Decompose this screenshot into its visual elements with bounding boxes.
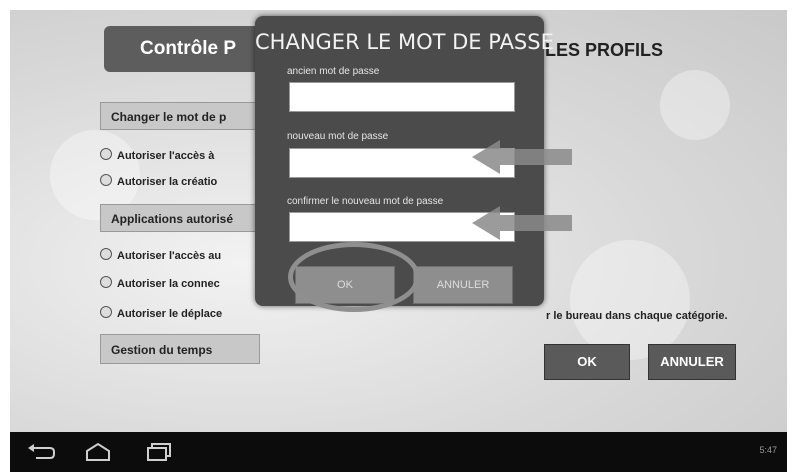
radio-icon[interactable] bbox=[100, 276, 112, 288]
new-password-label: nouveau mot de passe bbox=[287, 131, 389, 142]
arrow-icon bbox=[472, 140, 572, 174]
dialog-cancel-button[interactable]: ANNULER bbox=[413, 266, 513, 304]
authorized-apps-button[interactable]: Applications autorisé bbox=[100, 204, 260, 232]
option-label: Autoriser le déplace bbox=[117, 308, 223, 320]
old-password-field[interactable] bbox=[289, 82, 515, 112]
option-app-access[interactable]: Autoriser l'accès au bbox=[100, 248, 221, 262]
instruction-text: r le bureau dans chaque catégorie. bbox=[546, 310, 728, 322]
dialog-title: CHANGER LE MOT DE PASSE bbox=[255, 30, 554, 54]
arrow-icon bbox=[472, 206, 572, 240]
option-creation[interactable]: Autoriser la créatio bbox=[100, 174, 217, 188]
cancel-button[interactable]: ANNULER bbox=[648, 344, 736, 380]
option-label: Autoriser la créatio bbox=[117, 176, 218, 188]
radio-icon[interactable] bbox=[100, 174, 112, 186]
home-icon[interactable] bbox=[84, 442, 112, 462]
recent-apps-icon[interactable] bbox=[146, 442, 174, 462]
old-password-label: ancien mot de passe bbox=[287, 66, 380, 77]
confirm-password-label: confirmer le nouveau mot de passe bbox=[287, 196, 444, 207]
time-management-button[interactable]: Gestion du temps bbox=[100, 334, 260, 364]
background-bubble bbox=[660, 70, 730, 140]
option-move[interactable]: Autoriser le déplace bbox=[100, 306, 222, 320]
radio-icon[interactable] bbox=[100, 148, 112, 160]
option-label: Autoriser la connec bbox=[117, 278, 220, 290]
system-navigation-bar: 5:47 bbox=[10, 432, 787, 472]
highlight-circle bbox=[288, 242, 420, 312]
radio-icon[interactable] bbox=[100, 248, 112, 260]
option-access[interactable]: Autoriser l'accès à bbox=[100, 148, 214, 162]
radio-icon[interactable] bbox=[100, 306, 112, 318]
option-label: Autoriser l'accès au bbox=[117, 250, 222, 262]
ok-button[interactable]: OK bbox=[544, 344, 630, 380]
back-icon[interactable] bbox=[26, 442, 56, 462]
change-password-button[interactable]: Changer le mot de p bbox=[100, 102, 260, 130]
status-clock: 5:47 bbox=[759, 445, 777, 455]
option-connection[interactable]: Autoriser la connec bbox=[100, 276, 220, 290]
app-screen: Contrôle P LES PROFILS Changer le mot de… bbox=[10, 10, 787, 432]
option-label: Autoriser l'accès à bbox=[117, 150, 215, 162]
background-bubble bbox=[570, 240, 690, 360]
